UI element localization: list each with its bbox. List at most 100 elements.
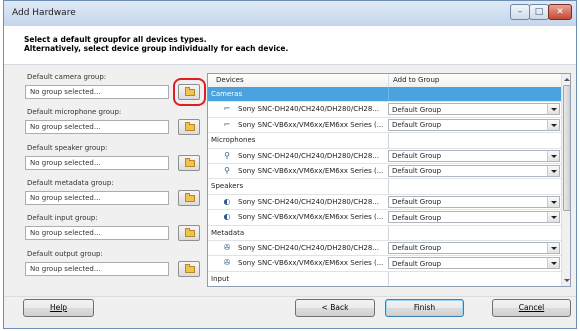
device-name: Sony SNC-VB6xx/VM6xx/EM6xx Series (... [238,259,384,268]
chevron-down-icon[interactable] [547,165,559,176]
instruction-line-2: Alternatively, select device group indiv… [24,44,289,53]
group-dropdown[interactable]: Default Group [388,211,560,224]
close-icon: ✕ [556,7,564,17]
default-group-input[interactable]: No group selected... [25,85,169,99]
close-button[interactable]: ✕ [548,4,572,20]
chevron-down-icon[interactable] [547,150,559,161]
cancel-button[interactable]: Cancel [492,299,571,317]
device-row[interactable]: ⌐ Sony SNC-DH240/CH240/DH280/CH28... Defau… [208,102,561,118]
group-dropdown-value: Default Group [392,121,442,130]
category-label: Input [211,274,230,283]
chevron-down-icon[interactable] [547,242,559,253]
default-group-input[interactable]: No group selected... [25,120,169,134]
category-label: Microphones [211,136,256,145]
instructions-header: Select a default groupfor all devices ty… [4,26,576,65]
default-group-input[interactable]: No group selected... [25,156,169,170]
group-dropdown[interactable]: Default Group [388,195,560,208]
column-add-to-group[interactable]: Add to Group [393,76,439,84]
chevron-down-icon[interactable] [547,196,559,207]
browse-group-button[interactable] [178,225,200,241]
group-dropdown[interactable]: Default Group [388,149,560,162]
device-row[interactable]: ◐ Sony SNC-DH240/CH240/DH280/CH28... Defau… [208,195,561,211]
device-name: Sony SNC-DH240/CH240/DH280/CH28... [238,197,379,206]
browse-group-button[interactable] [178,119,200,135]
finish-button[interactable]: Finish [385,299,464,317]
microphone-icon: ⚲ [224,150,230,160]
default-group-field: Default input group: No group selected... [25,214,203,246]
folder-icon [185,122,195,131]
back-button[interactable]: < Back [295,299,375,317]
group-dropdown[interactable]: Default Group [388,164,560,177]
vertical-scrollbar[interactable] [561,74,570,286]
device-row[interactable]: ✇ Sony SNC-VB6xx/VM6xx/EM6xx Series (... D… [208,256,561,272]
device-row[interactable]: ⚲ Sony SNC-VB6xx/VM6xx/EM6xx Series (... D… [208,164,561,180]
chevron-down-icon[interactable] [547,104,559,115]
column-devices[interactable]: Devices [216,76,244,84]
column-separator [388,74,389,87]
camera-icon: ⌐ [223,104,231,114]
group-dropdown[interactable]: Default Group [388,257,560,270]
group-dropdown-value: Default Group [392,198,442,207]
group-dropdown-value: Default Group [392,259,442,268]
minimize-button[interactable]: – [510,4,530,20]
group-dropdown[interactable]: Default Group [388,118,560,131]
group-dropdown[interactable]: Default Group [388,241,560,254]
scroll-thumb[interactable] [563,85,570,211]
device-row[interactable]: ◐ Sony SNC-VB6xx/VM6xx/EM6xx Series (... D… [208,210,561,226]
device-name: Sony SNC-DH240/CH240/DH280/CH28... [238,151,379,160]
device-cell: ✇ Sony SNC-DH240/CH240/DH280/CH28... [216,241,388,255]
browse-group-button[interactable] [178,190,200,206]
device-name: Sony SNC-DH240/CH240/DH280/CH28... [238,105,379,114]
devices-grid: Devices Add to Group Cameras ⌐ Sony SNC-DH… [207,73,571,287]
default-group-input[interactable]: No group selected... [25,191,169,205]
device-row[interactable]: ⚲ Sony SNC-DH240/CH240/DH280/CH28... Defau… [208,149,561,164]
window-title: Add Hardware [12,8,76,18]
category-label: Metadata [211,228,245,237]
category-row[interactable]: Microphones [208,133,561,149]
maximize-button[interactable]: □ [529,4,549,20]
group-dropdown[interactable]: Default Group [388,103,560,116]
default-group-input[interactable]: No group selected... [25,226,169,240]
title-bar: Add Hardware – □ ✕ [4,1,576,27]
device-row[interactable]: ✇ Sony SNC-DH240/CH240/DH280/CH28... Defau… [208,241,561,257]
help-button[interactable]: Help [23,299,94,317]
group-dropdown-value: Default Group [392,152,442,161]
category-row[interactable]: Speakers [208,179,561,195]
speaker-icon: ◐ [223,196,231,206]
default-group-label: Default output group: [27,250,103,258]
category-row[interactable]: Input [208,271,561,286]
category-label: Speakers [211,182,244,191]
metadata-icon: ✇ [223,242,231,252]
column-separator [388,271,389,286]
default-group-value: No group selected... [30,123,101,131]
category-label: Cameras [211,90,243,98]
category-row[interactable]: Metadata [208,225,561,241]
scroll-down-icon[interactable] [562,276,570,286]
grid-rows: Cameras ⌐ Sony SNC-DH240/CH240/DH280/CH28.… [208,87,561,286]
chevron-down-icon[interactable] [547,258,559,269]
folder-icon [185,158,195,167]
folder-icon [185,228,195,237]
column-separator [388,179,389,194]
category-row[interactable]: Cameras [208,87,561,103]
browse-group-button[interactable] [178,261,200,277]
group-dropdown-value: Default Group [392,105,442,114]
column-separator [388,225,389,240]
device-cell: ⌐ Sony SNC-VB6xx/VM6xx/EM6xx Series (... [216,118,388,132]
device-row[interactable]: ⌐ Sony SNC-VB6xx/VM6xx/EM6xx Series (... D… [208,118,561,134]
scroll-up-icon[interactable] [562,74,570,84]
default-group-input[interactable]: No group selected... [25,262,169,276]
default-group-field: Default camera group: No group selected..… [25,73,206,106]
browse-group-button[interactable] [178,155,200,171]
device-cell: ⌐ Sony SNC-DH240/CH240/DH280/CH28... [216,102,388,116]
cancel-label: Cancel [518,303,545,312]
camera-icon: ⌐ [223,119,231,129]
default-group-field: Default metadata group: No group selected… [25,179,203,211]
device-name: Sony SNC-VB6xx/VM6xx/EM6xx Series (... [238,166,384,175]
group-dropdown-value: Default Group [392,213,442,222]
chevron-down-icon[interactable] [547,119,559,130]
default-group-value: No group selected... [30,159,101,167]
chevron-down-icon[interactable] [547,212,559,223]
default-group-label: Default input group: [27,214,98,222]
default-group-value: No group selected... [30,229,101,237]
